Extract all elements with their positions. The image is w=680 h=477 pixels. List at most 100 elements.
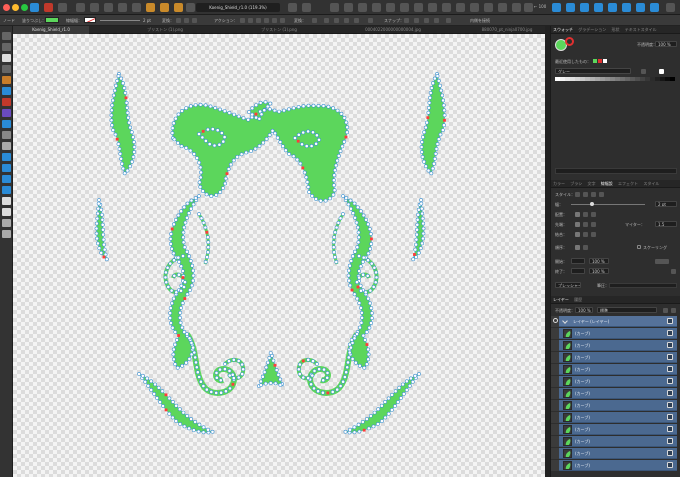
path-node[interactable] (192, 152, 197, 156)
path-node[interactable] (316, 389, 321, 394)
node-option-3-icon[interactable] (354, 18, 359, 23)
path-node[interactable] (296, 132, 301, 137)
boolean-intersect-icon[interactable] (174, 3, 183, 12)
layer-row-master[interactable]: レイヤー (レイヤー) (553, 316, 677, 327)
blend-mode-select[interactable]: 標準 (597, 307, 657, 313)
path-node[interactable] (356, 422, 361, 427)
path-node[interactable] (122, 86, 127, 90)
path-node[interactable] (332, 173, 337, 178)
path-node[interactable] (356, 230, 361, 235)
path-node[interactable] (207, 142, 212, 147)
path-node[interactable] (113, 132, 118, 137)
path-node[interactable] (143, 379, 148, 384)
path-node[interactable] (198, 379, 203, 384)
path-node[interactable] (118, 151, 123, 156)
path-node[interactable] (350, 254, 355, 259)
path-node[interactable] (314, 141, 319, 146)
path-node[interactable] (271, 358, 276, 363)
layer-visible-checkbox[interactable] (667, 402, 673, 408)
corner-tool-icon[interactable] (2, 65, 11, 73)
path-node[interactable] (110, 123, 114, 128)
path-node[interactable] (331, 240, 336, 245)
path-node[interactable] (334, 163, 338, 168)
path-node[interactable] (355, 225, 360, 230)
path-node[interactable] (190, 263, 195, 268)
path-node[interactable] (361, 333, 366, 338)
path-node[interactable] (195, 370, 200, 375)
path-node[interactable] (94, 221, 99, 226)
order-icon[interactable] (386, 3, 395, 12)
path-node[interactable] (400, 382, 405, 387)
path-node[interactable] (203, 103, 208, 108)
path-node[interactable] (156, 385, 161, 390)
tab-document-1[interactable]: Koenig_Shield_r1.0 (13, 26, 89, 34)
path-node[interactable] (221, 186, 226, 191)
path-node[interactable] (332, 188, 337, 193)
persona-pixel-icon[interactable] (58, 3, 67, 12)
frame-text-tool-icon[interactable] (2, 208, 11, 216)
path-node[interactable] (311, 103, 316, 108)
path-node[interactable] (196, 429, 201, 434)
align-inside-icon[interactable] (583, 212, 588, 217)
path-node[interactable] (428, 91, 433, 95)
path-node[interactable] (424, 120, 429, 125)
path-node[interactable] (179, 305, 184, 310)
path-node[interactable] (246, 117, 251, 122)
path-node[interactable] (179, 264, 184, 269)
path-node[interactable] (422, 130, 427, 135)
path-node[interactable] (355, 280, 359, 285)
path-node[interactable] (192, 350, 197, 355)
place-image-tool-icon[interactable] (2, 131, 11, 139)
path-node[interactable] (198, 102, 203, 107)
path-node[interactable] (335, 108, 340, 113)
path-node[interactable] (132, 140, 136, 144)
path-node[interactable] (333, 168, 337, 173)
path-node[interactable] (228, 386, 232, 391)
stroke-width-panel-field[interactable]: 2 pt (655, 201, 677, 207)
break-curve-icon[interactable] (240, 18, 245, 23)
path-node[interactable] (267, 133, 272, 137)
path-node[interactable] (383, 415, 388, 420)
path-node[interactable] (121, 81, 125, 86)
path-node[interactable] (263, 381, 268, 386)
path-node[interactable] (257, 116, 262, 121)
align-center-icon[interactable] (575, 212, 580, 217)
path-node[interactable] (188, 104, 193, 109)
path-node[interactable] (168, 236, 173, 241)
path-node[interactable] (346, 268, 351, 273)
path-node[interactable] (353, 249, 357, 254)
studio-brushes-icon[interactable] (608, 3, 617, 12)
path-node[interactable] (173, 217, 178, 222)
path-node[interactable] (331, 178, 336, 183)
pressure-curve[interactable] (609, 283, 677, 288)
snapping-icon[interactable] (90, 3, 99, 12)
path-node[interactable] (222, 135, 227, 140)
path-node[interactable] (227, 359, 231, 364)
vector-brush-tool-icon[interactable] (2, 98, 11, 106)
path-node[interactable] (364, 217, 369, 222)
path-node[interactable] (100, 212, 104, 217)
path-node[interactable] (188, 148, 193, 153)
recent-swatch-1[interactable] (593, 59, 597, 63)
path-node[interactable] (435, 142, 440, 146)
swatch-search-input[interactable] (555, 168, 677, 174)
path-node[interactable] (250, 112, 255, 117)
path-node[interactable] (223, 389, 228, 394)
path-node[interactable] (356, 235, 361, 240)
path-node[interactable] (215, 128, 220, 133)
path-node[interactable] (189, 206, 194, 211)
studio-stroke-icon[interactable] (580, 3, 589, 12)
join-miter-icon[interactable] (575, 232, 580, 237)
path-node[interactable] (359, 310, 364, 315)
path-node[interactable] (101, 232, 106, 237)
arrow-start-size[interactable]: 100 % (589, 258, 609, 264)
path-node[interactable] (95, 211, 100, 216)
path-node[interactable] (438, 83, 442, 88)
path-node[interactable] (185, 249, 189, 254)
path-node[interactable] (185, 332, 189, 336)
path-node[interactable] (100, 222, 105, 227)
path-node[interactable] (291, 154, 296, 159)
path-node[interactable] (301, 104, 306, 109)
path-node[interactable] (335, 387, 340, 392)
path-node[interactable] (295, 157, 300, 162)
